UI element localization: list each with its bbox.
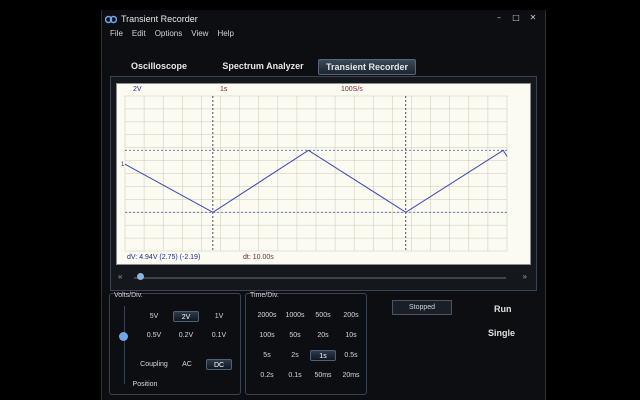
tab-spectrum-analyzer[interactable]: Spectrum Analyzer xyxy=(220,59,306,73)
volts-option-1v[interactable]: 1V xyxy=(206,311,232,322)
time-scrollbar[interactable]: « » xyxy=(118,272,531,284)
time-option-200s[interactable]: 200s xyxy=(338,310,364,321)
scope-screen: 2V 1s 100S/s 1 dV: 4.94V (2.75) (-2.19) … xyxy=(116,83,531,265)
menu-edit[interactable]: Edit xyxy=(132,29,146,43)
status-indicator: Stopped xyxy=(392,300,452,315)
app-icon xyxy=(105,14,117,24)
time-option-1000s[interactable]: 1000s xyxy=(282,310,308,321)
app-window: Transient Recorder – □ ✕ File Edit Optio… xyxy=(101,10,546,400)
time-option-10s[interactable]: 10s xyxy=(338,330,364,341)
menu-file[interactable]: File xyxy=(110,29,123,43)
minimize-icon[interactable]: – xyxy=(493,12,505,23)
scope-plot xyxy=(124,95,508,252)
position-label: Position xyxy=(132,381,158,388)
scroll-thumb[interactable] xyxy=(137,273,144,280)
volts-option-2v[interactable]: 2V xyxy=(173,311,199,322)
delta-v-readout: dV: 4.94V (2.75) (-2.19) xyxy=(127,254,201,261)
scroll-track[interactable] xyxy=(134,277,506,279)
position-thumb-icon[interactable] xyxy=(119,332,128,341)
time-option-20s[interactable]: 20s xyxy=(310,330,336,341)
single-button[interactable]: Single xyxy=(488,328,515,338)
tab-oscilloscope[interactable]: Oscilloscope xyxy=(124,59,194,73)
volts-div-panel: Volts/Div. 5V 2V 1V 0.5V 0.2V 0.1V Coupl… xyxy=(109,292,241,395)
maximize-icon[interactable]: □ xyxy=(510,12,522,23)
mode-tabs: Oscilloscope Spectrum Analyzer Transient… xyxy=(102,59,545,75)
time-option-5s[interactable]: 5s xyxy=(254,350,280,361)
coupling-label: Coupling xyxy=(140,361,168,368)
time-option-100s[interactable]: 100s xyxy=(254,330,280,341)
close-icon[interactable]: ✕ xyxy=(527,12,539,23)
title-bar: Transient Recorder – □ ✕ xyxy=(102,10,545,28)
window-title: Transient Recorder xyxy=(121,14,198,24)
menu-bar: File Edit Options View Help xyxy=(102,29,234,43)
time-option-20ms[interactable]: 20ms xyxy=(338,370,364,381)
delta-t-readout: dt: 10.00s xyxy=(243,254,274,261)
time-option-0-1s[interactable]: 0.1s xyxy=(282,370,308,381)
volts-option-0-1v[interactable]: 0.1V xyxy=(206,330,232,341)
menu-view[interactable]: View xyxy=(191,29,208,43)
time-div-title: Time/Div. xyxy=(250,292,279,299)
volts-div-title: Volts/Div. xyxy=(114,292,143,299)
menu-help[interactable]: Help xyxy=(217,29,233,43)
position-slider-track[interactable] xyxy=(124,306,125,384)
grid xyxy=(124,95,508,252)
coupling-dc[interactable]: DC xyxy=(206,359,232,370)
coupling-ac[interactable]: AC xyxy=(174,359,200,370)
time-option-2s[interactable]: 2s xyxy=(282,350,308,361)
scroll-right-icon[interactable]: » xyxy=(523,272,527,281)
time-option-1s[interactable]: 1s xyxy=(310,350,336,361)
time-option-50ms[interactable]: 50ms xyxy=(310,370,336,381)
volts-option-0-5v[interactable]: 0.5V xyxy=(141,330,167,341)
run-button[interactable]: Run xyxy=(494,304,512,314)
time-option-0-2s[interactable]: 0.2s xyxy=(254,370,280,381)
time-option-50s[interactable]: 50s xyxy=(282,330,308,341)
time-div-panel: Time/Div. 2000s 1000s 500s 200s 100s 50s 20s 10… xyxy=(245,292,367,395)
time-option-500s[interactable]: 500s xyxy=(310,310,336,321)
menu-options[interactable]: Options xyxy=(155,29,183,43)
time-option-0-5s[interactable]: 0.5s xyxy=(338,350,364,361)
volts-option-5v[interactable]: 5V xyxy=(141,311,167,322)
volts-option-0-2v[interactable]: 0.2V xyxy=(173,330,199,341)
time-option-2000s[interactable]: 2000s xyxy=(254,310,280,321)
scroll-left-icon[interactable]: « xyxy=(118,272,122,281)
tab-transient-recorder[interactable]: Transient Recorder xyxy=(318,59,416,75)
